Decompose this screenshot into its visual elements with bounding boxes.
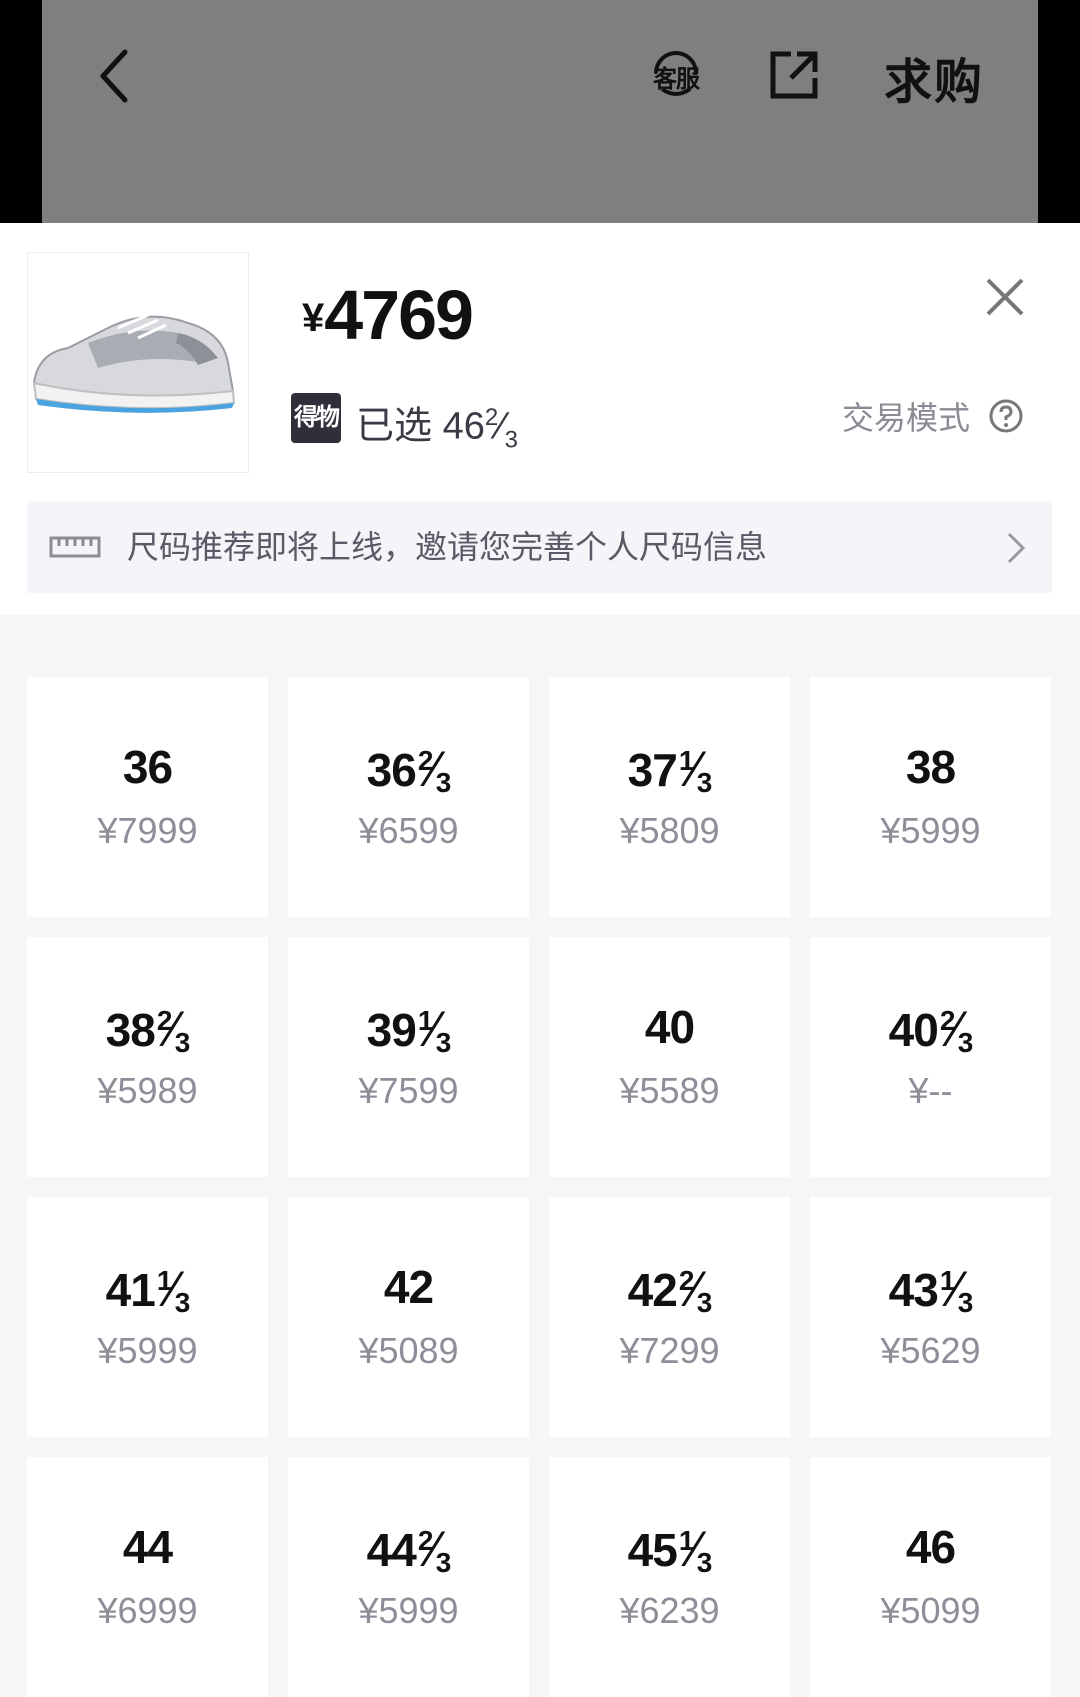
size-label: 362⁄3 xyxy=(288,740,529,799)
size-option-card[interactable]: 371⁄3 ¥5809 xyxy=(549,677,790,917)
size-option-card[interactable]: 40 ¥5589 xyxy=(549,937,790,1177)
size-price: ¥7299 xyxy=(619,1330,720,1371)
selected-size-whole: 46 xyxy=(442,405,485,448)
size-fraction-denominator: 3 xyxy=(696,1287,713,1318)
size-option-card[interactable]: 42 ¥5089 xyxy=(288,1197,529,1437)
size-fraction-denominator: 3 xyxy=(435,1027,452,1058)
size-option-card[interactable]: 442⁄3 ¥5999 xyxy=(288,1457,529,1697)
top-nav-bar: 客服 求购 xyxy=(0,0,1080,223)
size-label: 42 xyxy=(288,1260,529,1314)
size-fraction-denominator: 3 xyxy=(696,1547,713,1578)
size-option-card[interactable]: 451⁄3 ¥6239 xyxy=(549,1457,790,1697)
size-whole: 45 xyxy=(627,1524,678,1576)
size-whole: 38 xyxy=(905,741,956,793)
size-fraction-denominator: 3 xyxy=(435,767,452,798)
size-price: ¥6239 xyxy=(619,1590,720,1631)
size-option-card[interactable]: 402⁄3 ¥-- xyxy=(810,937,1051,1177)
size-price: ¥5999 xyxy=(880,810,981,851)
sneaker-image xyxy=(32,313,236,413)
product-price: ¥4769 xyxy=(302,275,474,355)
size-option-card[interactable]: 411⁄3 ¥5999 xyxy=(27,1197,268,1437)
size-whole: 39 xyxy=(366,1004,417,1056)
size-whole: 40 xyxy=(644,1001,695,1053)
selected-prefix: 已选 xyxy=(356,405,443,448)
size-fraction-denominator: 3 xyxy=(957,1027,974,1058)
ruler-icon xyxy=(49,536,101,558)
size-option-card[interactable]: 382⁄3 ¥5989 xyxy=(27,937,268,1177)
size-whole: 36 xyxy=(366,744,417,796)
size-price: ¥5099 xyxy=(880,1590,981,1631)
size-whole: 44 xyxy=(122,1521,173,1573)
size-option-card[interactable]: 46 ¥5099 xyxy=(810,1457,1051,1697)
size-fraction-denominator: 3 xyxy=(174,1287,191,1318)
size-whole: 41 xyxy=(105,1264,156,1316)
banner-text: 尺码推荐即将上线，邀请您完善个人尺码信息 xyxy=(127,529,768,565)
customer-service-button[interactable]: 客服 xyxy=(648,43,704,101)
trade-mode-link[interactable]: 交易模式 xyxy=(842,398,970,438)
size-whole: 43 xyxy=(888,1264,939,1316)
close-icon[interactable] xyxy=(985,277,1025,317)
size-whole: 36 xyxy=(122,741,173,793)
size-price: ¥6999 xyxy=(97,1590,198,1631)
dewu-logo-badge: 得物 xyxy=(291,393,341,443)
size-fraction-denominator: 3 xyxy=(696,767,713,798)
size-price: ¥5989 xyxy=(97,1070,198,1111)
size-label: 411⁄3 xyxy=(27,1260,268,1319)
size-option-card[interactable]: 36 ¥7999 xyxy=(27,677,268,917)
size-label: 382⁄3 xyxy=(27,1000,268,1059)
size-whole: 44 xyxy=(366,1524,417,1576)
size-label: 442⁄3 xyxy=(288,1520,529,1579)
size-option-card[interactable]: 362⁄3 ¥6599 xyxy=(288,677,529,917)
selected-size-den: 3 xyxy=(504,426,518,454)
product-sheet: ¥4769 得物 已选 462⁄3 交易模式 尺码推荐即将上线，邀请您完善个人尺… xyxy=(0,223,1080,615)
size-label: 44 xyxy=(27,1520,268,1574)
price-currency: ¥ xyxy=(302,296,325,340)
size-whole: 38 xyxy=(105,1004,156,1056)
size-price: ¥5589 xyxy=(619,1070,720,1111)
size-label: 422⁄3 xyxy=(549,1260,790,1319)
size-label: 402⁄3 xyxy=(810,1000,1051,1059)
size-fraction-denominator: 3 xyxy=(174,1027,191,1058)
back-arrow-icon[interactable] xyxy=(95,48,135,104)
size-price: ¥5999 xyxy=(97,1330,198,1371)
size-price: ¥5089 xyxy=(358,1330,459,1371)
size-option-card[interactable]: 38 ¥5999 xyxy=(810,677,1051,917)
size-fraction-denominator: 3 xyxy=(957,1287,974,1318)
customer-service-label: 客服 xyxy=(653,66,700,93)
size-whole: 42 xyxy=(383,1261,434,1313)
size-whole: 46 xyxy=(905,1521,956,1573)
size-price: ¥6599 xyxy=(358,810,459,851)
price-value: 4769 xyxy=(324,276,474,354)
chevron-right-icon xyxy=(1007,532,1026,564)
product-thumbnail xyxy=(27,252,249,473)
size-recommendation-banner[interactable]: 尺码推荐即将上线，邀请您完善个人尺码信息 xyxy=(27,501,1052,593)
selected-size-text: 已选 462⁄3 xyxy=(356,404,518,454)
size-whole: 42 xyxy=(627,1264,678,1316)
size-label: 431⁄3 xyxy=(810,1260,1051,1319)
size-label: 391⁄3 xyxy=(288,1000,529,1059)
share-icon[interactable] xyxy=(767,48,821,102)
size-whole: 37 xyxy=(627,744,678,796)
selected-size-num: 2 xyxy=(484,404,499,431)
help-circle-icon[interactable] xyxy=(988,398,1024,434)
size-price: ¥7999 xyxy=(97,810,198,851)
buy-request-button[interactable]: 求购 xyxy=(884,42,984,112)
size-label: 36 xyxy=(27,740,268,794)
size-label: 46 xyxy=(810,1520,1051,1574)
size-label: 38 xyxy=(810,740,1051,794)
size-price: ¥5629 xyxy=(880,1330,981,1371)
size-label: 371⁄3 xyxy=(549,740,790,799)
size-label: 40 xyxy=(549,1000,790,1054)
size-price: ¥5809 xyxy=(619,810,720,851)
size-fraction-denominator: 3 xyxy=(435,1547,452,1578)
size-price: ¥5999 xyxy=(358,1590,459,1631)
size-option-card[interactable]: 422⁄3 ¥7299 xyxy=(549,1197,790,1437)
size-option-card[interactable]: 431⁄3 ¥5629 xyxy=(810,1197,1051,1437)
size-option-card[interactable]: 391⁄3 ¥7599 xyxy=(288,937,529,1177)
size-whole: 40 xyxy=(888,1004,939,1056)
size-price: ¥7599 xyxy=(358,1070,459,1111)
size-price: ¥-- xyxy=(908,1070,953,1111)
size-option-card[interactable]: 44 ¥6999 xyxy=(27,1457,268,1697)
size-label: 451⁄3 xyxy=(549,1520,790,1579)
